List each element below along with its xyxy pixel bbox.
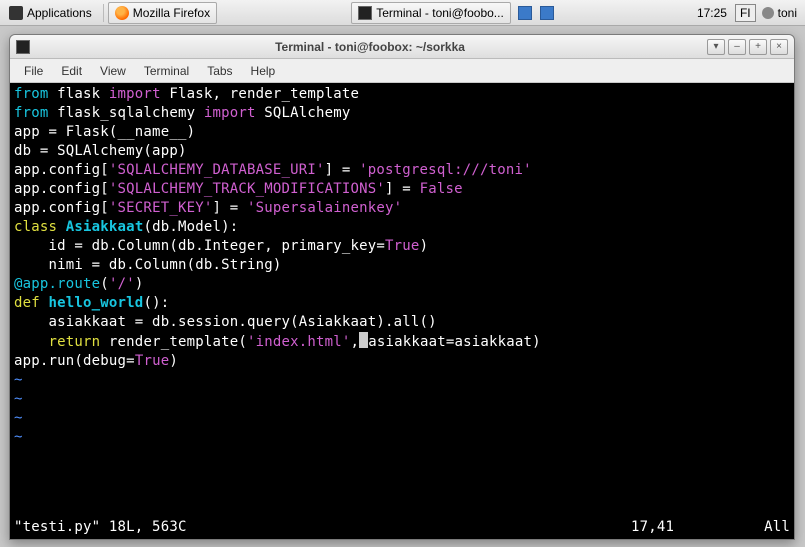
menubar: File Edit View Terminal Tabs Help bbox=[10, 59, 794, 83]
vim-status-pos: 17,41 bbox=[631, 518, 674, 537]
terminal-icon bbox=[358, 6, 372, 20]
vim-status-file: "testi.py" 18L, 563C bbox=[14, 518, 187, 537]
window-close-button[interactable]: × bbox=[770, 39, 788, 55]
window-minimize-button[interactable]: – bbox=[728, 39, 746, 55]
window-maximize-button[interactable]: + bbox=[749, 39, 767, 55]
user-icon bbox=[762, 7, 774, 19]
menu-tabs[interactable]: Tabs bbox=[199, 61, 240, 81]
user-menu[interactable]: toni bbox=[756, 6, 803, 20]
applications-label: Applications bbox=[27, 6, 92, 20]
vim-cursor bbox=[359, 332, 368, 348]
firefox-icon bbox=[115, 6, 129, 20]
taskbar-firefox[interactable]: Mozilla Firefox bbox=[108, 2, 217, 24]
vim-empty-line: ~ bbox=[14, 409, 790, 428]
applications-menu[interactable]: Applications bbox=[2, 2, 99, 24]
vim-empty-line: ~ bbox=[14, 371, 790, 390]
window-shade-button[interactable]: ▾ bbox=[707, 39, 725, 55]
panel-clock[interactable]: 17:25 bbox=[689, 6, 735, 20]
window-title: Terminal - toni@foobox: ~/sorkka bbox=[36, 40, 704, 54]
terminal-task-label: Terminal - toni@foobo... bbox=[376, 6, 504, 20]
terminal-content[interactable]: from flask import Flask, render_template… bbox=[10, 83, 794, 539]
keyboard-layout[interactable]: FI bbox=[735, 4, 756, 22]
terminal-window: Terminal - toni@foobox: ~/sorkka ▾ – + ×… bbox=[9, 34, 795, 540]
menu-file[interactable]: File bbox=[16, 61, 51, 81]
workspace-1[interactable] bbox=[514, 2, 536, 24]
taskbar-terminal[interactable]: Terminal - toni@foobo... bbox=[351, 2, 511, 24]
window-app-icon bbox=[16, 40, 30, 54]
menu-edit[interactable]: Edit bbox=[53, 61, 90, 81]
menu-terminal[interactable]: Terminal bbox=[136, 61, 197, 81]
vim-empty-line: ~ bbox=[14, 428, 790, 447]
vim-statusbar: "testi.py" 18L, 563C 17,41 All bbox=[14, 518, 790, 537]
workspace-2[interactable] bbox=[536, 2, 558, 24]
firefox-label: Mozilla Firefox bbox=[133, 6, 210, 20]
desktop-panel: Applications Mozilla Firefox Terminal - … bbox=[0, 0, 805, 26]
panel-separator bbox=[103, 4, 104, 22]
menu-view[interactable]: View bbox=[92, 61, 134, 81]
vim-empty-line: ~ bbox=[14, 390, 790, 409]
user-label: toni bbox=[778, 6, 797, 20]
workspace-1-icon bbox=[518, 6, 532, 20]
menu-help[interactable]: Help bbox=[243, 61, 284, 81]
vim-status-scroll: All bbox=[764, 518, 790, 537]
window-titlebar[interactable]: Terminal - toni@foobox: ~/sorkka ▾ – + × bbox=[10, 35, 794, 59]
applications-icon bbox=[9, 6, 23, 20]
workspace-2-icon bbox=[540, 6, 554, 20]
